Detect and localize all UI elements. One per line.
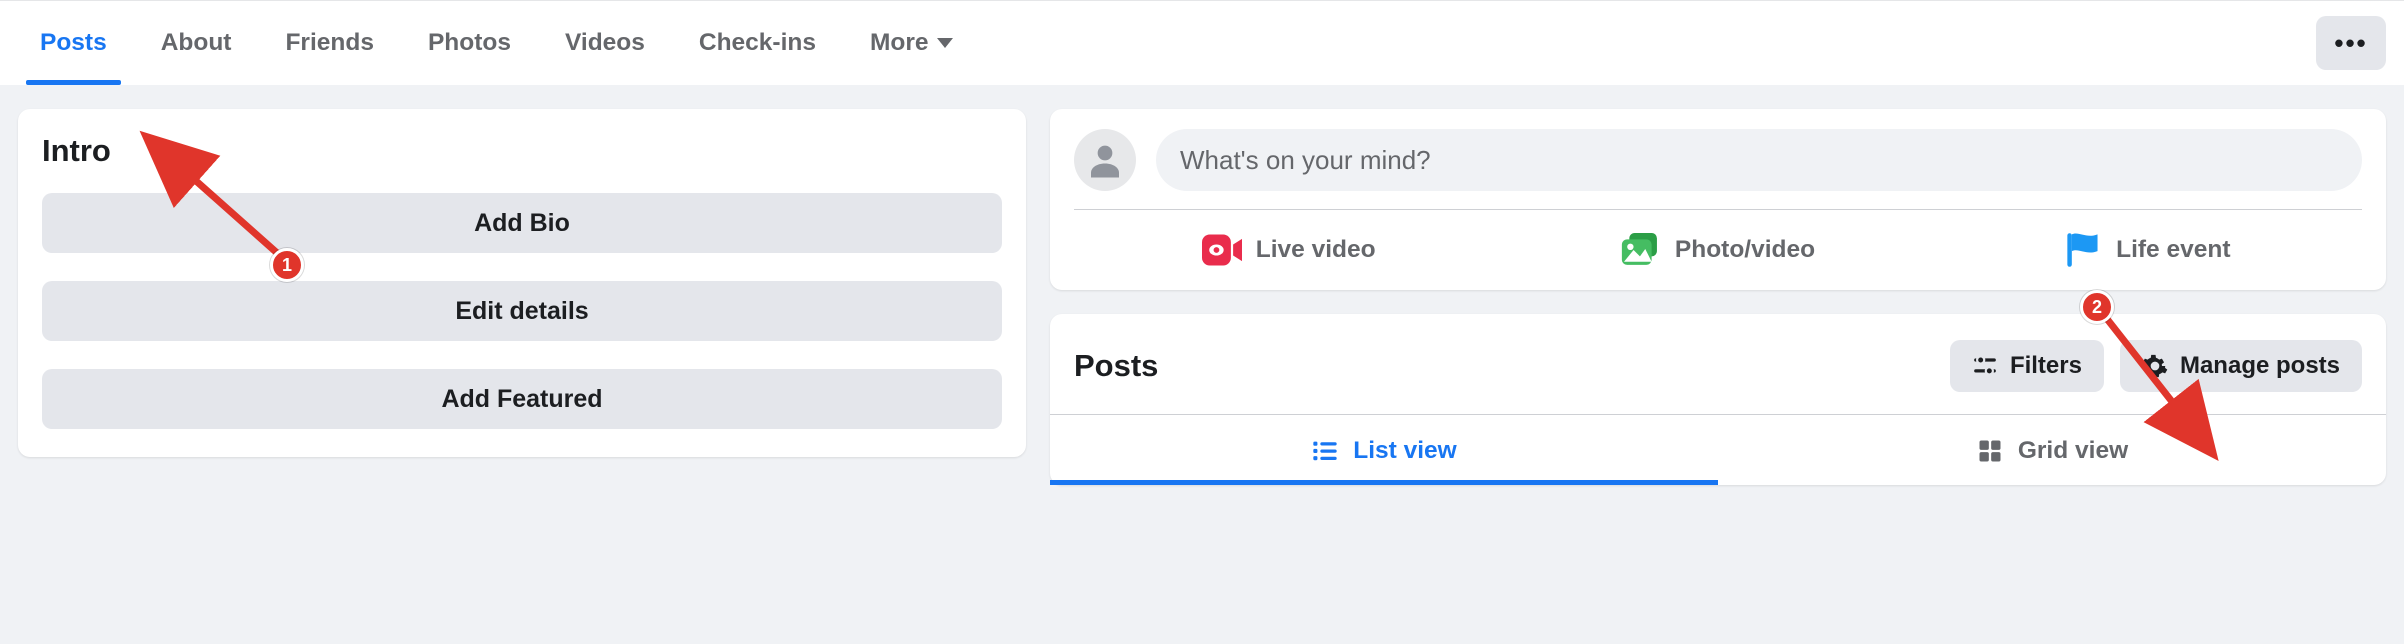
add-bio-button[interactable]: Add Bio: [42, 193, 1002, 253]
composer-actions: Live video Photo/video: [1074, 210, 2362, 290]
filters-icon: [1972, 353, 1998, 379]
tab-posts[interactable]: Posts: [18, 1, 129, 85]
composer-card: What's on your mind? Live video: [1050, 109, 2386, 290]
live-video-button[interactable]: Live video: [1074, 210, 1503, 290]
flag-icon: [2064, 231, 2102, 269]
composer-placeholder: What's on your mind?: [1180, 145, 1431, 176]
tab-label: Posts: [40, 29, 107, 56]
filters-button[interactable]: Filters: [1950, 340, 2104, 392]
intro-title: Intro: [42, 133, 1002, 169]
button-label: Edit details: [455, 297, 588, 326]
button-label: Manage posts: [2180, 352, 2340, 380]
tab-label: Photos: [428, 29, 511, 56]
list-icon: [1311, 437, 1339, 465]
profile-tab-bar: Posts About Friends Photos Videos Check-…: [0, 0, 2404, 85]
tab-photos[interactable]: Photos: [406, 1, 533, 85]
button-label: Live video: [1256, 236, 1376, 264]
ellipsis-icon: •••: [2334, 28, 2367, 59]
tab-label: List view: [1353, 437, 1456, 465]
manage-posts-button[interactable]: Manage posts: [2120, 340, 2362, 392]
grid-view-tab[interactable]: Grid view: [1718, 415, 2386, 485]
grid-icon: [1976, 437, 2004, 465]
life-event-button[interactable]: Life event: [1933, 210, 2362, 290]
tab-label: Check-ins: [699, 29, 816, 56]
posts-header: Posts Filters: [1050, 326, 2386, 415]
overflow-menu-button[interactable]: •••: [2316, 16, 2386, 70]
list-view-tab[interactable]: List view: [1050, 415, 1718, 485]
tab-videos[interactable]: Videos: [543, 1, 667, 85]
tab-checkins[interactable]: Check-ins: [677, 1, 838, 85]
caret-down-icon: [937, 38, 953, 48]
composer-input[interactable]: What's on your mind?: [1156, 129, 2362, 191]
person-icon: [1084, 139, 1126, 181]
posts-card: Posts Filters: [1050, 314, 2386, 485]
tab-friends[interactable]: Friends: [263, 1, 396, 85]
tab-label: About: [161, 29, 232, 56]
right-column: What's on your mind? Live video: [1050, 109, 2386, 485]
photo-video-button[interactable]: Photo/video: [1503, 210, 1932, 290]
gear-icon: [2142, 353, 2168, 379]
main-content: Intro Add Bio Edit details Add Featured: [0, 85, 2404, 485]
tab-about[interactable]: About: [139, 1, 254, 85]
posts-view-tabs: List view Grid view: [1050, 415, 2386, 485]
button-label: Filters: [2010, 352, 2082, 380]
button-label: Photo/video: [1675, 236, 1815, 264]
live-video-icon: [1202, 234, 1242, 266]
button-label: Add Bio: [474, 209, 570, 238]
add-featured-button[interactable]: Add Featured: [42, 369, 1002, 429]
tab-label: More: [870, 29, 929, 57]
posts-title: Posts: [1074, 348, 1158, 384]
posts-header-buttons: Filters Manage posts: [1950, 340, 2362, 392]
avatar[interactable]: [1074, 129, 1136, 191]
edit-details-button[interactable]: Edit details: [42, 281, 1002, 341]
tab-more[interactable]: More: [848, 1, 975, 85]
tab-label: Grid view: [2018, 437, 2128, 465]
tabs-row: Posts About Friends Photos Videos Check-…: [18, 1, 975, 85]
intro-card: Intro Add Bio Edit details Add Featured: [18, 109, 1026, 457]
tab-label: Videos: [565, 29, 645, 56]
photo-video-icon: [1621, 233, 1661, 267]
button-label: Add Featured: [441, 385, 602, 414]
composer-top-row: What's on your mind?: [1074, 129, 2362, 210]
tab-label: Friends: [285, 29, 374, 56]
button-label: Life event: [2116, 236, 2230, 264]
